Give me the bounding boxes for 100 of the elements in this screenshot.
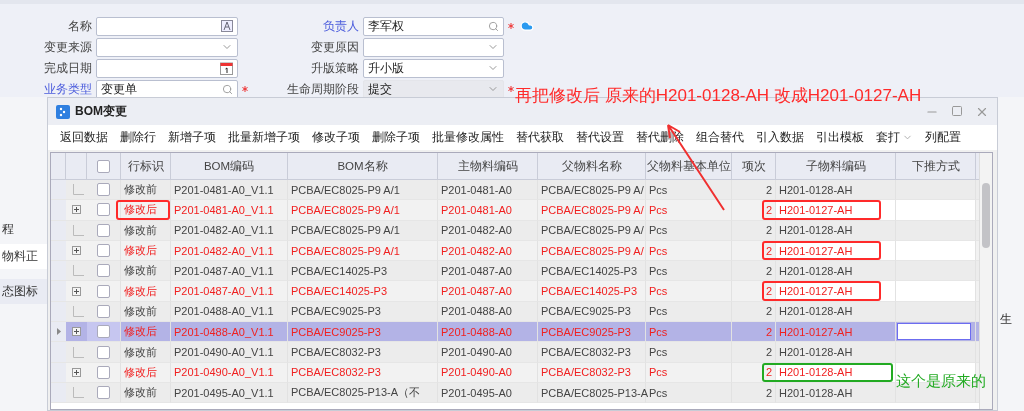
column-header[interactable]: 下推方式 xyxy=(896,153,976,180)
field-label: 变更来源 xyxy=(43,38,92,56)
column-header[interactable]: BOM编码 xyxy=(171,153,288,180)
search-icon[interactable] xyxy=(488,20,499,32)
expand-icon[interactable] xyxy=(72,286,81,296)
field-label[interactable]: 负责人 xyxy=(264,17,359,35)
table-cell: P201-0481-A0 xyxy=(438,200,538,221)
table-cell: PCBA/EC8025-P9 A/ xyxy=(538,200,646,221)
table-cell: PCBA/EC14025-P3 xyxy=(538,281,646,302)
input-field[interactable]: 升小版 xyxy=(363,58,504,78)
table-cell: 修改前 xyxy=(121,382,171,404)
expand-icon[interactable] xyxy=(72,327,81,337)
background-text: 生 xyxy=(999,311,1013,328)
column-header[interactable]: 父物料名称 xyxy=(538,153,646,180)
toolbar-button[interactable]: 批量修改属性 xyxy=(426,130,510,145)
table-cell: PCBA/EC8032-P3 xyxy=(288,362,438,383)
table-row[interactable]: 修改前 P201-0481-A0_V1.1 PCBA/EC8025-P9 A/1 P201-0481-A0 PCBA/EC8025-P9 A/ Pcs 2 H201-0128-AH xyxy=(51,180,979,201)
input-field[interactable] xyxy=(897,323,971,341)
input-field[interactable] xyxy=(363,37,504,57)
column-header[interactable]: 行标识 xyxy=(121,153,171,180)
table-cell: PCBA/EC8032-P3 xyxy=(288,342,438,363)
column-header[interactable]: 项次 xyxy=(732,153,776,180)
header-cell xyxy=(51,153,66,180)
table-row[interactable]: 修改后 P201-0487-A0_V1.1 PCBA/EC14025-P3 P201-0487-A0 PCBA/EC14025-P3 Pcs 2 H201-0127-AH xyxy=(51,281,979,302)
checkbox[interactable] xyxy=(97,386,110,400)
toolbar-button[interactable]: 替代设置 xyxy=(570,130,630,145)
table-cell: P201-0482-A0_V1.1 xyxy=(171,220,288,241)
checkbox[interactable] xyxy=(97,159,110,173)
checkbox[interactable] xyxy=(97,345,110,359)
table-cell: P201-0495-A0 xyxy=(438,382,538,404)
input-field[interactable]: 李军权 xyxy=(363,16,504,36)
field-label: 升版策略 xyxy=(310,59,359,77)
toolbar-button[interactable]: 批量新增子项 xyxy=(222,130,306,145)
table-cell: 修改后 xyxy=(121,281,171,302)
field-label: 生命周期阶段 xyxy=(286,80,359,98)
field-label: 名称 xyxy=(67,17,92,35)
toolbar-button[interactable]: 替代获取 xyxy=(510,130,570,145)
table-row[interactable]: 修改后 P201-0481-A0_V1.1 PCBA/EC8025-P9 A/1 P201-0481-A0 PCBA/EC8025-P9 A/ Pcs 2 H201-0127-AH xyxy=(51,200,979,221)
table-cell: H201-0128-AH xyxy=(776,180,896,201)
checkbox[interactable] xyxy=(97,304,110,318)
table-cell: PCBA/EC8025-P9 A/1 xyxy=(288,220,438,241)
table-cell: 修改前 xyxy=(121,180,171,201)
toolbar-button[interactable]: 修改子项 xyxy=(306,130,366,145)
window-title: BOM变更 xyxy=(75,103,127,120)
checkbox[interactable] xyxy=(97,183,110,197)
table-cell: 修改后 xyxy=(121,362,171,383)
table-row[interactable]: 修改后 P201-0482-A0_V1.1 PCBA/EC8025-P9 A/1 P201-0482-A0 PCBA/EC8025-P9 A/ Pcs 2 H201-0127-AH xyxy=(51,240,979,262)
table-cell: 修改前 xyxy=(121,220,171,241)
expand-icon[interactable] xyxy=(72,367,81,377)
checkbox[interactable] xyxy=(97,264,110,278)
table-cell: P201-0487-A0_V1.1 xyxy=(171,281,288,302)
calendar-icon[interactable] xyxy=(220,61,233,75)
column-header[interactable]: 主物料编码 xyxy=(438,153,538,180)
table-cell: PCBA/EC8032-P3 xyxy=(538,342,646,363)
toolbar-button[interactable]: 删除行 xyxy=(114,130,162,145)
input-field[interactable] xyxy=(96,58,238,78)
toolbar-button[interactable]: 组合替代 xyxy=(690,130,750,145)
background-text: 物料正 xyxy=(0,244,47,269)
checkbox[interactable] xyxy=(97,244,110,258)
input-field[interactable] xyxy=(96,37,238,57)
table-cell: H201-0128-AH xyxy=(776,382,896,404)
row-header[interactable] xyxy=(51,322,66,343)
table-row[interactable]: 修改前 P201-0488-A0_V1.1 PCBA/EC9025-P3 P201-0488-A0 PCBA/EC9025-P3 Pcs 2 H201-0128-AH xyxy=(51,301,979,323)
cloud-icon[interactable] xyxy=(520,19,534,33)
table-row[interactable]: 修改前 P201-0487-A0_V1.1 PCBA/EC14025-P3 P201-0487-A0 PCBA/EC14025-P3 Pcs 2 H201-0128-AH xyxy=(51,261,979,282)
table-cell: 修改后 xyxy=(121,200,171,221)
table-cell: P201-0490-A0_V1.1 xyxy=(171,362,288,383)
table-cell: P201-0487-A0 xyxy=(438,281,538,302)
table-cell: Pcs xyxy=(646,220,732,241)
field-label[interactable]: 业务类型 xyxy=(0,80,92,98)
row-pointer-icon xyxy=(56,328,61,336)
table-cell: P201-0481-A0_V1.1 xyxy=(171,200,288,221)
checkbox[interactable] xyxy=(97,365,110,379)
table-cell: P201-0490-A0 xyxy=(438,362,538,383)
checkbox[interactable] xyxy=(97,203,110,217)
app-icon xyxy=(56,104,70,119)
checkbox[interactable] xyxy=(97,223,110,237)
search-icon[interactable] xyxy=(222,83,233,95)
toolbar-button[interactable]: 新增子项 xyxy=(162,130,222,145)
maximize-icon[interactable] xyxy=(951,104,963,117)
checkbox[interactable] xyxy=(97,284,110,298)
expand-icon[interactable] xyxy=(72,205,81,215)
annotation-text: 再把修改后 原来的H201-0128-AH 改成H201-0127-AH xyxy=(515,85,922,107)
toolbar-button[interactable]: 列配置 xyxy=(919,130,967,145)
checkbox[interactable] xyxy=(97,325,110,339)
table-cell: H201-0128-AH xyxy=(776,261,896,282)
expand-icon[interactable] xyxy=(72,246,81,256)
toolbar-button[interactable]: 引出模板 xyxy=(810,130,870,145)
column-header[interactable]: BOM名称 xyxy=(288,153,438,180)
toolbar-button[interactable]: 删除子项 xyxy=(366,130,426,145)
toolbar-button[interactable]: 套打 xyxy=(870,130,919,145)
table-row[interactable]: 修改前 P201-0482-A0_V1.1 PCBA/EC8025-P9 A/1 P201-0482-A0 PCBA/EC8025-P9 A/ Pcs 2 H201-0128-AH xyxy=(51,220,979,241)
table-cell: H201-0128-AH xyxy=(776,220,896,241)
column-header[interactable]: 子物料编码 xyxy=(776,153,896,180)
table-row[interactable]: 修改前 P201-0490-A0_V1.1 PCBA/EC8032-P3 P201-0490-A0 PCBA/EC8032-P3 Pcs 2 H201-0128-AH xyxy=(51,342,979,363)
input-field[interactable] xyxy=(96,16,238,36)
table-cell: P201-0490-A0_V1.1 xyxy=(171,342,288,363)
toolbar-button[interactable]: 引入数据 xyxy=(750,130,810,145)
toolbar-button[interactable]: 返回数据 xyxy=(54,130,114,145)
table-cell: 修改前 xyxy=(121,342,171,363)
